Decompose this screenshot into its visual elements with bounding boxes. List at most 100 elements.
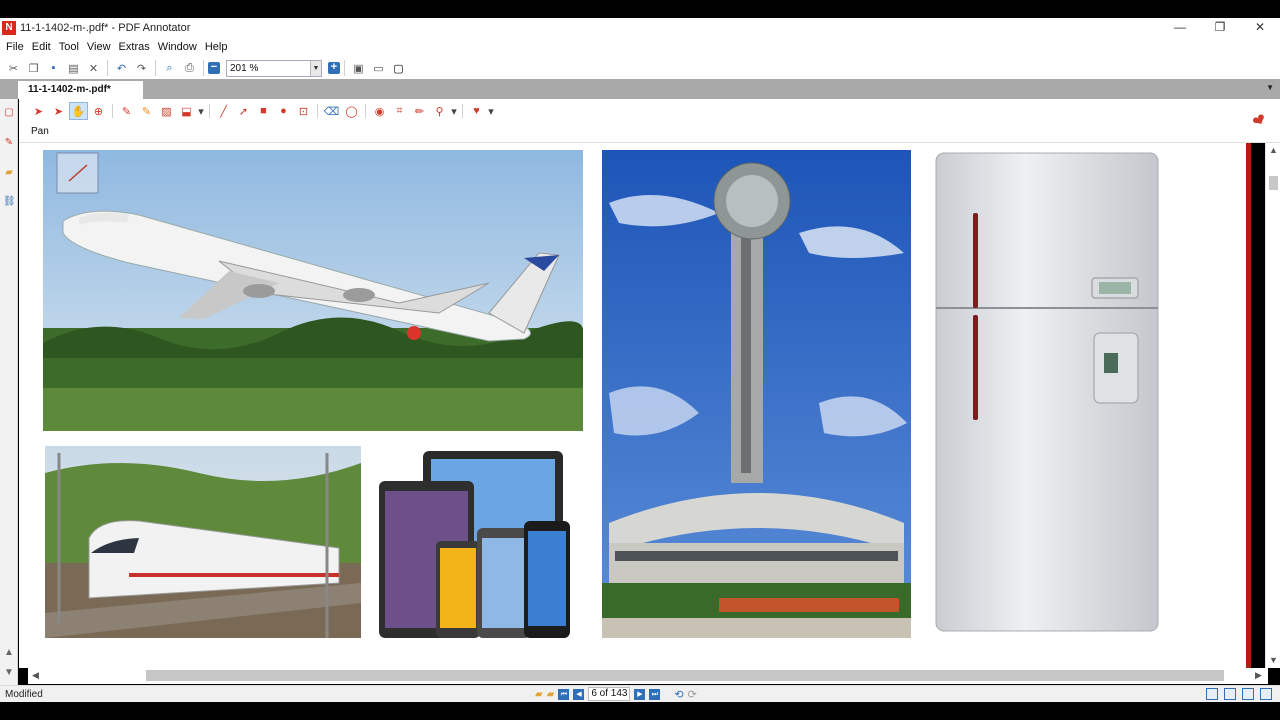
document-tab[interactable]: 11-1-1402-m-.pdf* <box>18 81 143 99</box>
select-tool-icon[interactable]: ➤ <box>29 102 48 120</box>
view-mode-buttons <box>1206 688 1272 700</box>
left-sidebar: ▢ ✎ ▰ ⛓ ▲ ▼ <box>0 99 18 685</box>
favorites-dropdown-icon[interactable]: ▾ <box>487 102 495 120</box>
lasso-tool-icon[interactable]: ◯ <box>342 102 361 120</box>
fit-page-icon[interactable]: ▣ <box>349 59 368 77</box>
stamp-dropdown-icon[interactable]: ▾ <box>197 102 205 120</box>
airplane-photo <box>43 150 583 431</box>
toolbar-separator <box>107 60 108 76</box>
annotations-panel-icon[interactable]: ✎ <box>3 137 15 149</box>
go-forward-icon[interactable]: ⟳ <box>688 688 697 701</box>
zoom-field[interactable]: 201 % ▼ <box>226 59 322 77</box>
first-page-button[interactable]: ⏮ <box>558 688 570 700</box>
previous-page-button[interactable]: ◀ <box>573 688 585 700</box>
menu-extras[interactable]: Extras <box>115 41 154 53</box>
delete-icon[interactable]: ✕ <box>84 59 103 77</box>
horizontal-scrollbar[interactable]: ◀ ▶ <box>28 668 1268 684</box>
tab-list-dropdown-icon[interactable]: ▼ <box>1266 83 1274 92</box>
horizontal-scroll-thumb[interactable] <box>146 670 1224 681</box>
last-page-button[interactable]: ⏭ <box>649 688 661 700</box>
document-status: Modified <box>5 689 43 700</box>
sidebar-scroll-up-icon[interactable]: ▲ <box>3 647 15 659</box>
next-page-button[interactable]: ▶ <box>634 688 646 700</box>
arrow-tool-icon[interactable]: ➚ <box>234 102 253 120</box>
links-panel-icon[interactable]: ⛓ <box>3 196 16 208</box>
annotation-tools: ➤ ➤ ✋ ⊕ ✎ ✎ ▨ ⬓ ▾ ╱ ➚ ■ ● ⊡ ⌫ ◯ ◉ ⌗ ✏ ⚲ … <box>29 102 495 120</box>
ellipse-tool-icon[interactable]: ● <box>274 102 293 120</box>
menu-window[interactable]: Window <box>154 41 201 53</box>
scroll-up-icon[interactable]: ▲ <box>1269 145 1278 155</box>
two-page-view-icon[interactable] <box>1242 688 1254 700</box>
annotation-separator <box>317 104 318 118</box>
next-view-folder-icon[interactable]: ▰ <box>547 689 555 700</box>
rectangle-tool-icon[interactable]: ■ <box>254 102 273 120</box>
menu-file[interactable]: File <box>2 41 28 53</box>
copy-icon[interactable]: ❐ <box>24 59 43 77</box>
favorites-icon[interactable]: ♥ <box>467 102 486 120</box>
annotation-separator <box>209 104 210 118</box>
undo-icon[interactable]: ↶ <box>112 59 131 77</box>
continuous-view-icon[interactable] <box>1224 688 1236 700</box>
toolbar-separator <box>344 60 345 76</box>
zoom-in-button[interactable]: + <box>328 62 340 74</box>
cut-icon[interactable]: ✂ <box>4 59 23 77</box>
menu-tool[interactable]: Tool <box>55 41 83 53</box>
title-bar: N 11-1-1402-m-.pdf* - PDF Annotator — ❐ … <box>0 18 1280 37</box>
close-button[interactable]: ✕ <box>1240 18 1280 37</box>
marker-tool-icon[interactable]: ✎ <box>137 102 156 120</box>
screen: N 11-1-1402-m-.pdf* - PDF Annotator — ❐ … <box>0 0 1280 720</box>
document-viewport[interactable] <box>19 143 1247 668</box>
page-number-field[interactable]: 6 of 143 <box>588 687 631 701</box>
camera-tool-icon[interactable]: ◉ <box>370 102 389 120</box>
pan-tool-icon[interactable]: ✋ <box>69 102 88 120</box>
line-tool-icon[interactable]: ╱ <box>214 102 233 120</box>
fit-width-icon[interactable]: ▭ <box>369 59 388 77</box>
eraser-tool-icon[interactable]: ⌫ <box>322 102 341 120</box>
single-page-view-icon[interactable] <box>1206 688 1218 700</box>
zoom-tool-icon[interactable]: ⊕ <box>89 102 108 120</box>
menu-help[interactable]: Help <box>201 41 232 53</box>
scroll-down-icon[interactable]: ▼ <box>1269 655 1278 665</box>
print-icon[interactable]: ⎙ <box>180 59 199 77</box>
pen-tool-icon[interactable]: ✎ <box>117 102 136 120</box>
fullscreen-icon[interactable]: ▢ <box>389 59 408 77</box>
crop-tool-icon[interactable]: ⌗ <box>390 102 409 120</box>
scroll-right-icon[interactable]: ▶ <box>1255 670 1262 681</box>
zoom-dropdown-icon[interactable]: ▼ <box>310 60 321 76</box>
link-tool-icon[interactable]: ⚲ <box>430 102 449 120</box>
minimize-button[interactable]: — <box>1160 18 1200 37</box>
restore-button[interactable]: ❐ <box>1200 18 1240 37</box>
status-bar: Modified ▰ ▰ ⏮ ◀ 6 of 143 ▶ ⏭ ⟲ ⟳ <box>0 685 1280 702</box>
page-edge-marker <box>1246 143 1251 668</box>
go-back-icon[interactable]: ⟲ <box>674 688 683 701</box>
zoom-out-button[interactable]: − <box>208 62 220 74</box>
bookmarks-panel-icon[interactable]: ▰ <box>3 167 15 179</box>
redo-icon[interactable]: ↷ <box>132 59 151 77</box>
stamp-tool-icon[interactable]: ⬓ <box>177 102 196 120</box>
scroll-left-icon[interactable]: ◀ <box>32 670 39 681</box>
menu-view[interactable]: View <box>83 41 115 53</box>
pencil-tool-icon[interactable]: ✏ <box>410 102 429 120</box>
devices-photo <box>379 451 570 638</box>
save-icon[interactable]: ▪ <box>44 59 63 77</box>
page-content <box>43 150 1159 638</box>
annotation-separator <box>365 104 366 118</box>
two-page-continuous-view-icon[interactable] <box>1260 688 1272 700</box>
image-tool-icon[interactable]: ▨ <box>157 102 176 120</box>
paste-icon[interactable]: ▤ <box>64 59 83 77</box>
sidebar-scroll-down-icon[interactable]: ▼ <box>3 667 15 679</box>
area-tool-icon[interactable]: ⊡ <box>294 102 313 120</box>
refrigerator-photo <box>935 152 1159 632</box>
window-title: 11-1-1402-m-.pdf* - PDF Annotator <box>20 21 191 34</box>
page-navigation: ▰ ▰ ⏮ ◀ 6 of 143 ▶ ⏭ ⟲ ⟳ <box>535 687 697 701</box>
main-toolbar: ✂ ❐ ▪ ▤ ✕ ↶ ↷ ⌕ ⎙ − 201 % ▼ + ▣ ▭ ▢ <box>0 57 1280 79</box>
pages-panel-icon[interactable]: ▢ <box>3 107 15 119</box>
toolbar-separator <box>155 60 156 76</box>
vertical-scroll-thumb[interactable] <box>1269 176 1278 190</box>
previous-view-folder-icon[interactable]: ▰ <box>535 689 543 700</box>
menu-edit[interactable]: Edit <box>28 41 55 53</box>
link-dropdown-icon[interactable]: ▾ <box>450 102 458 120</box>
find-icon[interactable]: ⌕ <box>160 59 179 77</box>
vertical-scrollbar[interactable]: ▲ ▼ <box>1265 143 1280 668</box>
select-text-tool-icon[interactable]: ➤ <box>49 102 68 120</box>
